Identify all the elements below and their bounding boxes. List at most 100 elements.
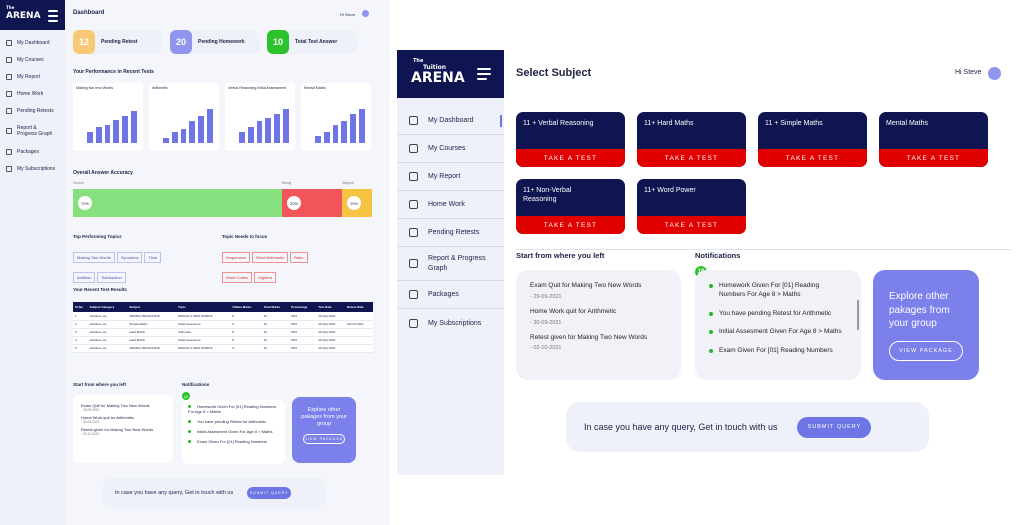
take-test-button[interactable]: TAKE A TEST: [637, 149, 746, 167]
col-header: Obtain Marks: [230, 302, 262, 312]
hamburger-icon[interactable]: [48, 10, 58, 25]
left-nav: My Dashboard My Courses My Report Home W…: [0, 34, 65, 177]
table-row[interactable]: 4 Advance 11+ Hard Maths Initial Assesment 8…: [73, 336, 373, 345]
subject-card-hard-maths[interactable]: 11+ Hard Maths TAKE A TEST: [637, 112, 746, 167]
submit-query-button[interactable]: SUBMIT QUERY: [797, 416, 872, 438]
table-cell: [345, 344, 373, 353]
focus-topics: Sequences Word Arithmetic Ratio Word Codes…: [222, 246, 352, 286]
subject-card-mental-maths[interactable]: Mental Maths TAKE A TEST: [879, 112, 988, 167]
table-cell: 95%: [289, 328, 317, 337]
chart-making-words: Making two new Words: [73, 83, 143, 151]
topic-chip[interactable]: Time: [144, 252, 162, 263]
notification-item[interactable]: Exam Given For [01] Reading Numbers: [709, 347, 847, 356]
nav-homework[interactable]: Home Work: [0, 85, 65, 102]
topic-chip[interactable]: Making Two Words: [73, 252, 115, 263]
start-panel: Exam Quit for Making Two New Words - 29-0…: [516, 270, 681, 380]
take-test-button[interactable]: TAKE A TEST: [637, 216, 746, 234]
table-cell: 15: [261, 312, 290, 321]
table-cell: 95%: [289, 336, 317, 345]
topic-chip[interactable]: Subtraction: [97, 272, 126, 283]
nav-dashboard[interactable]: My Dashboard: [0, 34, 65, 51]
stat-total-test-answer[interactable]: 10 Total Test Answer: [267, 30, 357, 54]
table-cell: MAKING 2 NEW WORDS: [175, 312, 231, 321]
take-test-button[interactable]: TAKE A TEST: [516, 216, 625, 234]
nav-report[interactable]: My Report: [0, 68, 65, 85]
avatar-icon[interactable]: [988, 67, 1001, 80]
retest-icon: [409, 228, 418, 237]
topic-chip[interactable]: Addition: [73, 272, 96, 283]
logo[interactable]: ARENA: [6, 12, 41, 21]
nav-progress-graph[interactable]: Report & Progress Graph: [397, 247, 504, 281]
chart-bar: [131, 110, 137, 143]
take-test-button[interactable]: TAKE A TEST: [879, 149, 988, 167]
hamburger-icon[interactable]: [477, 68, 491, 83]
nav-pending-retests[interactable]: Pending Retests: [397, 219, 504, 247]
chart-bar: [350, 114, 357, 143]
right-logo-bar: The Tuition ARENA: [397, 50, 504, 98]
notifications-title: Notifications: [182, 382, 210, 387]
nav-subscriptions[interactable]: My Subscriptions: [0, 160, 65, 177]
notification-item[interactable]: Homework Given For [01] Reading Numbers …: [709, 282, 847, 300]
nav-courses[interactable]: My Courses: [397, 135, 504, 163]
nav-packages[interactable]: Packages: [397, 281, 504, 309]
start-item[interactable]: Retest given for Making Two New Words: [530, 334, 667, 343]
notification-item[interactable]: Initial Assesment Given For Age 8 > Math…: [188, 429, 279, 434]
avatar-icon[interactable]: [362, 10, 369, 17]
greeting: Hi Steve: [955, 69, 982, 76]
take-test-button[interactable]: TAKE A TEST: [516, 149, 625, 167]
view-package-button[interactable]: VIEW PACKAGE: [889, 340, 963, 361]
notification-item[interactable]: Homework Given For [01] Reading Numbers …: [188, 404, 279, 414]
notifications-scrollbar[interactable]: [857, 300, 859, 330]
focus-topics-title: Topic Needs to focus: [222, 234, 268, 239]
notification-item[interactable]: Exam Given For [01] Reading Numbers: [188, 439, 279, 444]
focus-chip[interactable]: Word Codes: [222, 272, 253, 283]
table-cell: 5: [73, 344, 88, 353]
table-cell: 29-Sep-2021: [316, 328, 346, 337]
notification-item[interactable]: You have pending Retest for Arithmetic: [188, 419, 279, 424]
nav-subscriptions[interactable]: My Subscriptions: [397, 309, 504, 337]
subject-card-simple-maths[interactable]: 11 + Simple Maths TAKE A TEST: [758, 112, 867, 167]
notification-item[interactable]: Initial Assesment Given For Age 8 > Math…: [709, 328, 847, 337]
logo[interactable]: ARENA: [411, 71, 465, 85]
table-cell: 2: [73, 320, 88, 329]
table-cell: [345, 336, 373, 345]
subject-card-word-power[interactable]: 11+ Word Power TAKE A TEST: [637, 179, 746, 234]
topic-chip[interactable]: Synonims: [116, 252, 143, 263]
nav-progress-graph[interactable]: Report & Progress Graph: [0, 119, 65, 143]
nav-report[interactable]: My Report: [397, 163, 504, 191]
table-row[interactable]: 2 Advance 11+ Simple Maths Initial Assesmen…: [73, 320, 373, 329]
table-row[interactable]: 3 Advance 11+ Hard Maths Arithmetic 8 15 95% 29…: [73, 328, 373, 337]
table-row[interactable]: 5 Advance 11+ VERBAL REASONING MAKING 2 NEW…: [73, 344, 373, 353]
chart-bar: [256, 121, 263, 143]
results-table: Sr.No Subject Category Subject Topic Obtain …: [73, 302, 373, 353]
focus-chip[interactable]: Ratio: [290, 252, 308, 263]
skipped-value: 10%: [347, 196, 361, 210]
nav-dashboard[interactable]: My Dashboard: [397, 107, 504, 135]
stat-pending-retest[interactable]: 12 Pending Retest: [73, 30, 163, 54]
take-test-button[interactable]: TAKE A TEST: [758, 149, 867, 167]
notification-item[interactable]: You have pending Retest for Arithmetic: [709, 310, 847, 319]
view-package-button[interactable]: VIEW PACKAGE: [303, 434, 345, 445]
nav-courses[interactable]: My Courses: [0, 51, 65, 68]
package-icon: [409, 290, 418, 299]
submit-query-button[interactable]: SUBMIT QUERY: [247, 487, 292, 499]
start-item[interactable]: Exam Quit for Making Two New Words: [530, 282, 667, 291]
performance-title: Your Performance in Recent Tests: [73, 69, 154, 75]
table-cell: Simple Maths: [127, 320, 176, 329]
stat-pending-homework[interactable]: 20 Pending Homework: [170, 30, 260, 54]
col-header: Sr.No: [73, 302, 88, 312]
nav-packages[interactable]: Packages: [0, 143, 65, 160]
right-nav: My Dashboard My Courses My Report Home W…: [397, 107, 504, 337]
nav-pending-retests[interactable]: Pending Retests: [0, 102, 65, 119]
focus-chip[interactable]: Sequences: [222, 252, 251, 263]
nav-homework[interactable]: Home Work: [397, 191, 504, 219]
top-topics-title: Top Performing Topics: [73, 234, 122, 239]
skipped-label: Skipped: [342, 181, 354, 185]
subject-card-non-verbal-reasoning[interactable]: 11+ Non-Verbal Reasoning TAKE A TEST: [516, 179, 625, 234]
table-row[interactable]: 1 Advance 11+ VERBAL REASONING MAKING 2 NEW…: [73, 312, 373, 321]
focus-chip[interactable]: Word Arithmetic: [252, 252, 289, 263]
focus-chip[interactable]: Algebra: [254, 272, 276, 283]
subject-card-verbal-reasoning[interactable]: 11 + Verbal Reasoning TAKE A TEST: [516, 112, 625, 167]
table-cell: 95%: [289, 312, 317, 321]
start-item[interactable]: Home Work quit for Arithmetic: [530, 308, 667, 317]
